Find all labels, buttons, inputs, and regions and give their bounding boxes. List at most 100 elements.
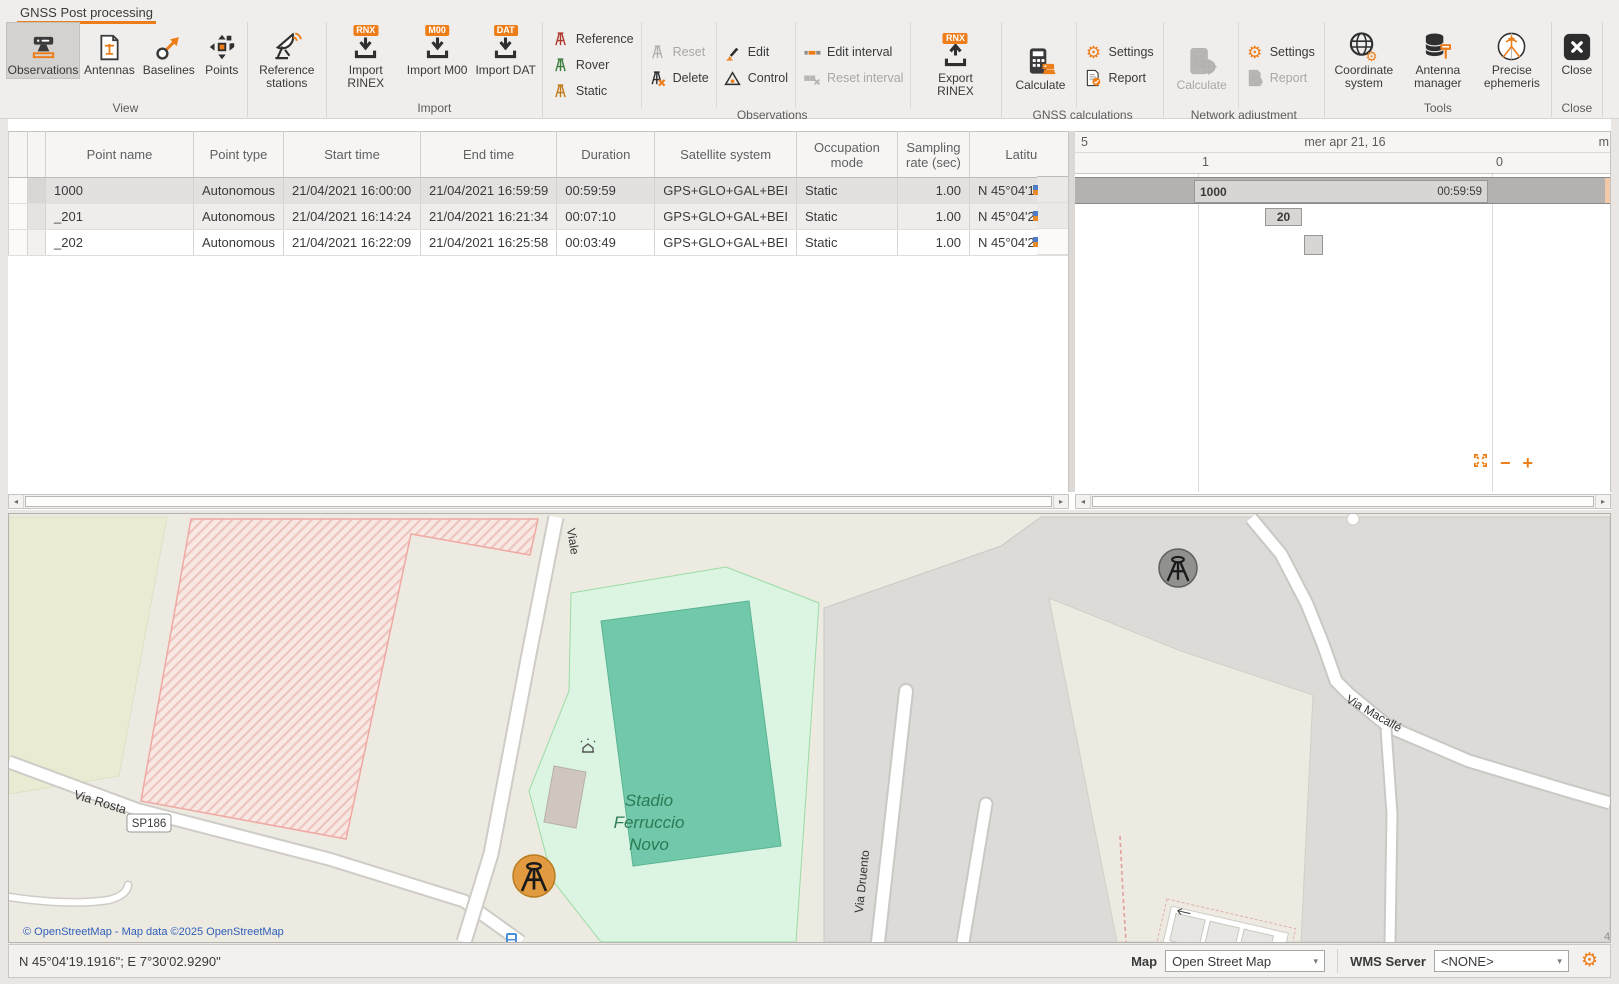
table-row[interactable]: _201Autonomous21/04/2021 16:14:2421/04/2… [9, 204, 1115, 230]
map-source-select[interactable]: Open Street Map ▾ [1165, 950, 1325, 972]
gantt-horizontal-scrollbar[interactable]: ◂ ▸ [1075, 494, 1611, 509]
scrollbar-thumb[interactable] [1092, 496, 1594, 507]
ribbon-button-settings[interactable]: ⚙Settings [1246, 43, 1315, 62]
ribbon-button-control[interactable]: Control [724, 69, 788, 88]
map-view[interactable]: Viale Via Rosta Via Druento Via Macallé … [8, 513, 1611, 943]
button-label: Precise ephemeris [1479, 64, 1545, 90]
column-header-point-name[interactable]: Point name [46, 132, 194, 178]
ribbon-button-reference-stations[interactable]: Reference stations [250, 22, 324, 92]
gantt-header-day: 5 mer apr 21, 16 m [1075, 131, 1611, 153]
svg-text:SP186: SP186 [132, 818, 167, 830]
cell-point-type: Autonomous [194, 230, 284, 256]
ribbon-button-import-m00[interactable]: M00Import M00 [403, 22, 472, 79]
ribbon-button-edit[interactable]: Edit [724, 43, 788, 62]
satellite-dish-icon [271, 26, 302, 62]
report-check-icon [1246, 69, 1264, 87]
ribbon-button-report[interactable]: Report [1084, 69, 1153, 88]
ribbon-button-observations[interactable]: Observations [6, 22, 80, 79]
ribbon-tab-row: GNSS Post processing [0, 0, 1619, 22]
antenna-document-icon [95, 26, 124, 62]
button-label: Control [748, 71, 788, 85]
scroll-left-arrow[interactable]: ◂ [1076, 495, 1091, 508]
svg-text:Ferruccio: Ferruccio [614, 813, 685, 832]
gear-icon: ⚙ [1084, 43, 1102, 61]
svg-text:⚙: ⚙ [1366, 49, 1378, 62]
scroll-right-arrow[interactable]: ▸ [1595, 495, 1610, 508]
cell-occupation-mode: Static [796, 230, 897, 256]
satellite-cell-sliver [1033, 185, 1038, 195]
osm-attribution[interactable]: © OpenStreetMap - Map data ©2025 OpenStr… [23, 926, 284, 938]
gantt-hour-label-1: 1 [1202, 155, 1209, 169]
column-header-duration[interactable]: Duration [557, 132, 655, 178]
zoom-in-icon[interactable]: + [1523, 456, 1534, 470]
points-cross-icon [207, 26, 237, 62]
ribbon-button-reference[interactable]: Reference [552, 30, 634, 49]
column-header-occupation-mode[interactable]: Occupation mode [796, 132, 897, 178]
ribbon-button-rover[interactable]: Rover [552, 56, 634, 75]
cell-end-time: 21/04/2021 16:21:34 [421, 204, 557, 230]
calculator-network-icon [1186, 41, 1217, 77]
openstreetmap-canvas[interactable]: Viale Via Rosta Via Druento Via Macallé … [9, 514, 1610, 942]
gantt-bar-1000[interactable]: 100000:59:59 [1194, 180, 1488, 203]
ribbon-button-points[interactable]: Points [199, 22, 245, 79]
cell-sampling-rate-sec: 1.00 [897, 230, 969, 256]
ribbon-button-calculate[interactable]: Calculate [1011, 37, 1069, 94]
fit-extents-icon[interactable] [1473, 453, 1488, 473]
column-header-end-time[interactable]: End time [421, 132, 557, 178]
tab-gnss-post-processing[interactable]: GNSS Post processing [17, 0, 156, 24]
ribbon-button-edit-interval[interactable]: Edit interval [803, 43, 903, 62]
button-label: Rover [576, 58, 609, 72]
export-tray-icon: RNX [941, 34, 970, 70]
edit-interval-icon [803, 43, 821, 61]
table-horizontal-scrollbar[interactable]: ◂ ▸ [8, 494, 1069, 509]
gantt-bar-unlabeled[interactable] [1304, 235, 1323, 255]
column-header-sampling-rate-sec[interactable]: Sampling rate (sec) [897, 132, 969, 178]
status-bar: N 45°04'19.1916"; E 7°30'02.9290" Map Op… [8, 944, 1611, 978]
ribbon-button-import-rinex[interactable]: RNXImport RINEX [329, 22, 403, 92]
ribbon-button-antennas[interactable]: Antennas [80, 22, 139, 79]
button-label: Settings [1270, 45, 1315, 59]
ribbon-button-baselines[interactable]: Baselines [139, 22, 199, 79]
ribbon-button-precise-ephemeris[interactable]: Precise ephemeris [1475, 22, 1549, 92]
scroll-right-arrow[interactable]: ▸ [1053, 495, 1068, 508]
ribbon-groups: ObservationsAntennasBaselinesPointsViewR… [0, 22, 1619, 117]
map-settings-gear-icon[interactable]: ⚙ [1581, 950, 1598, 972]
coordinate-globe-icon: ⚙ [1348, 26, 1379, 62]
cell-end-time: 21/04/2021 16:25:58 [421, 230, 557, 256]
scrollbar-thumb[interactable] [25, 496, 1052, 507]
table-row[interactable]: _202Autonomous21/04/2021 16:22:0921/04/2… [9, 230, 1115, 256]
ribbon-button-antenna-manager[interactable]: Antenna manager [1401, 22, 1475, 92]
survey-marker-gray[interactable] [1159, 549, 1197, 587]
report-check-icon [1084, 69, 1102, 87]
map-source-value: Open Street Map [1172, 954, 1305, 969]
satellite-cell-sliver [1033, 237, 1038, 247]
cell-satellite-system: GPS+GLO+GAL+BEI [655, 204, 797, 230]
ribbon-button-close[interactable]: Close [1554, 22, 1600, 79]
observations-table: Point namePoint typeStart timeEnd timeDu… [8, 131, 1115, 256]
ribbon-group-close: CloseClose [1552, 22, 1603, 117]
ribbon-button-export-rinex[interactable]: RNXExport RINEX [918, 30, 992, 100]
button-label: Reset interval [827, 71, 903, 85]
statusbar-divider [1337, 949, 1338, 973]
column-header-point-type[interactable]: Point type [194, 132, 284, 178]
column-header-satellite-system[interactable]: Satellite system [655, 132, 797, 178]
wms-server-select[interactable]: <NONE> ▾ [1434, 950, 1569, 972]
zoom-out-icon[interactable]: − [1500, 456, 1511, 470]
survey-marker-orange[interactable] [513, 855, 555, 897]
ribbon-button-delete[interactable]: Delete [649, 69, 709, 88]
ribbon-button-import-dat[interactable]: DATImport DAT [471, 22, 539, 79]
ribbon-button-static[interactable]: Static [552, 82, 634, 101]
scroll-left-arrow[interactable]: ◂ [9, 495, 24, 508]
column-header-start-time[interactable]: Start time [284, 132, 421, 178]
chevron-down-icon: ▾ [1314, 956, 1319, 967]
cell-duration: 00:03:49 [557, 230, 655, 256]
ribbon-button-reset-interval: Reset interval [803, 69, 903, 88]
gantt-bar-20[interactable]: 20 [1265, 208, 1302, 226]
ribbon-group-observations: ReferenceRoverStaticResetDeleteEditContr… [543, 22, 1003, 117]
table-row-selected[interactable]: 1000Autonomous21/04/2021 16:00:0021/04/2… [9, 178, 1115, 204]
ribbon-group-view: ObservationsAntennasBaselinesPointsView [4, 22, 248, 117]
ribbon-button-coordinate-system[interactable]: ⚙Coordinate system [1327, 22, 1401, 92]
gantt-scale-label-left: 5 [1081, 135, 1088, 149]
ribbon-button-settings[interactable]: ⚙Settings [1084, 43, 1153, 62]
map-canvas[interactable]: Viale Via Rosta Via Druento Via Macallé … [9, 514, 1610, 943]
